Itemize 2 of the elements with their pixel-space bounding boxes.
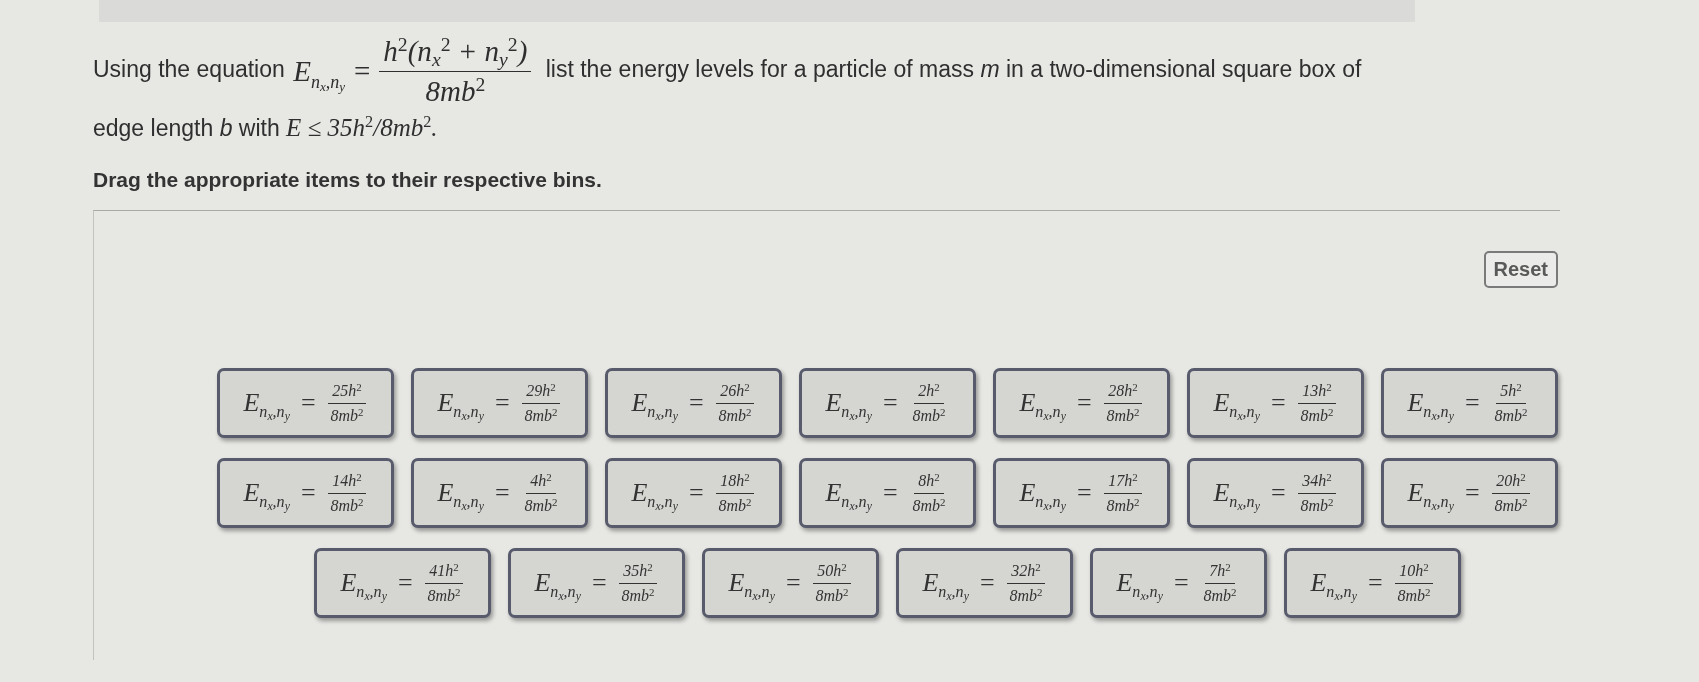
reset-button[interactable]: Reset xyxy=(1483,251,1558,289)
instruction-text: Drag the appropriate items to their respective bins. xyxy=(93,168,602,193)
